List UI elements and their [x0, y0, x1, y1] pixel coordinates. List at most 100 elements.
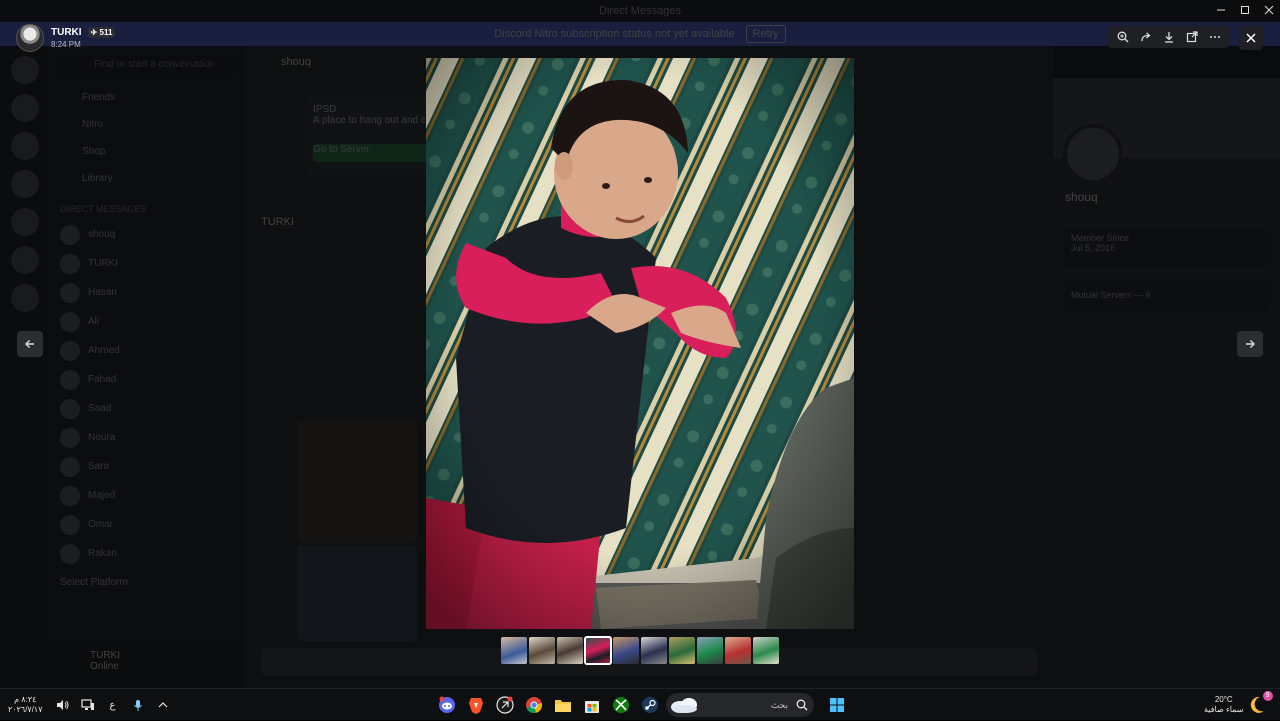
dm-item[interactable]: Majed: [50, 481, 245, 510]
volume-icon[interactable]: [55, 697, 71, 713]
nav-nitro[interactable]: Nitro: [50, 111, 245, 138]
thumbnail[interactable]: [725, 637, 751, 664]
weather-widget[interactable]: 20°C سماء صافية: [1204, 695, 1244, 715]
dm-name: Rakan: [88, 548, 117, 559]
avatar: [60, 398, 80, 419]
nav-library[interactable]: Library: [50, 165, 245, 192]
xbox-icon[interactable]: [608, 692, 634, 718]
taskbar-search[interactable]: بحث: [666, 693, 814, 717]
previous-image-button[interactable]: [17, 331, 43, 357]
avatar: [60, 456, 80, 477]
dm-sidebar: Find or start a conversation Friends Nit…: [50, 46, 245, 688]
dm-item[interactable]: Saad: [50, 394, 245, 423]
dm-item[interactable]: Sara: [50, 452, 245, 481]
chrome-icon[interactable]: [521, 692, 547, 718]
thumbnail[interactable]: [529, 637, 555, 664]
author-badge: ✈ 511: [87, 27, 116, 38]
microphone-icon[interactable]: [130, 697, 146, 713]
zoom-button[interactable]: [1113, 27, 1133, 47]
nav-shop[interactable]: Shop: [50, 138, 245, 165]
close-viewer-button[interactable]: [1239, 26, 1263, 50]
dm-name: Ali: [88, 316, 100, 327]
store-icon[interactable]: [579, 692, 605, 718]
thumbnail[interactable]: [613, 637, 639, 664]
avatar: [60, 311, 80, 332]
open-in-browser-button[interactable]: [1182, 27, 1202, 47]
nitro-banner: Discord Nitro subscription status not ye…: [0, 22, 1280, 46]
server-icon[interactable]: [11, 246, 39, 274]
dm-name: Noura: [88, 432, 116, 443]
forward-icon: [1140, 32, 1151, 42]
viewed-photo[interactable]: [426, 58, 854, 629]
download-button[interactable]: [1159, 27, 1179, 47]
arrow-right-icon: [1246, 340, 1255, 348]
message-author: TURKI: [261, 216, 294, 228]
network-icon[interactable]: [80, 697, 96, 713]
dm-item[interactable]: Hasan: [50, 278, 245, 307]
server-icon[interactable]: [11, 208, 39, 236]
mutual-servers[interactable]: Mutual Servers — 6: [1063, 278, 1270, 312]
windows-icon: [830, 698, 844, 712]
thumbnail[interactable]: [501, 637, 527, 664]
dm-item[interactable]: Fahad: [50, 365, 245, 394]
avatar: [1063, 124, 1123, 184]
thumbnail[interactable]: [557, 637, 583, 664]
minimize-button[interactable]: [1209, 2, 1233, 18]
more-button[interactable]: [1205, 27, 1225, 47]
weather-desc: سماء صافية: [1204, 705, 1244, 714]
dm-item[interactable]: Ali: [50, 307, 245, 336]
avatar[interactable]: [16, 24, 44, 52]
dm-item[interactable]: shouq: [50, 220, 245, 249]
message-image[interactable]: [297, 421, 417, 543]
banner-button[interactable]: Retry: [745, 25, 786, 43]
discord-app: Direct Messages Discord Nitro subscripti…: [0, 0, 1280, 688]
dm-item[interactable]: TURKI: [50, 249, 245, 278]
notification-center[interactable]: 9: [1250, 691, 1273, 715]
maximize-button[interactable]: [1233, 2, 1257, 18]
file-explorer-icon[interactable]: [550, 692, 576, 718]
message-image[interactable]: [297, 546, 417, 641]
avatar: [60, 340, 80, 361]
thumbnail[interactable]: [753, 637, 779, 664]
clock-time: ٨:٢٤ م: [14, 695, 37, 704]
dm-name: Omar: [88, 519, 113, 530]
close-icon: [1246, 33, 1256, 43]
media-player-icon[interactable]: [492, 692, 518, 718]
taskbar-tray: ٨:٢٤ م ٢٠٢٦/٧/١٧ ع: [8, 689, 180, 721]
server-icon[interactable]: [11, 170, 39, 198]
brave-icon[interactable]: [463, 692, 489, 718]
nav-friends[interactable]: Friends: [50, 84, 245, 111]
thumbnail[interactable]: [641, 637, 667, 664]
next-image-button[interactable]: [1237, 331, 1263, 357]
server-icon[interactable]: [11, 284, 39, 312]
forward-button[interactable]: [1136, 27, 1156, 47]
taskbar: ٨:٢٤ م ٢٠٢٦/٧/١٧ ع بحث 20°C سماء صافية 9: [0, 688, 1280, 720]
thumbnail[interactable]: [669, 637, 695, 664]
avatar: [60, 427, 80, 448]
clock-date: ٢٠٢٦/٧/١٧: [8, 705, 43, 714]
server-icon[interactable]: [11, 132, 39, 160]
dm-item[interactable]: Rakan: [50, 539, 245, 568]
select-platform[interactable]: Select Platform: [50, 568, 245, 597]
language-indicator[interactable]: ع: [105, 697, 121, 713]
thumbnail-active[interactable]: [584, 636, 612, 665]
thumbnail[interactable]: [697, 637, 723, 664]
taskbar-apps: بحث: [434, 689, 853, 721]
discord-taskbar-icon[interactable]: [434, 692, 460, 718]
dm-item[interactable]: Omar: [50, 510, 245, 539]
server-icon[interactable]: [11, 56, 39, 84]
steam-icon[interactable]: [637, 692, 663, 718]
minimize-icon: [1217, 9, 1225, 11]
window-close-button[interactable]: [1257, 2, 1280, 18]
more-icon: [1209, 36, 1220, 38]
start-button[interactable]: [824, 692, 850, 718]
dm-item[interactable]: Ahmed: [50, 336, 245, 365]
conversation-search[interactable]: Find or start a conversation: [58, 54, 237, 76]
server-icon[interactable]: [11, 94, 39, 122]
chevron-up-icon[interactable]: [155, 697, 171, 713]
taskbar-clock[interactable]: ٨:٢٤ م ٢٠٢٦/٧/١٧: [8, 695, 43, 715]
search-label: بحث: [770, 699, 788, 710]
weather-temp: 20°C: [1214, 695, 1233, 704]
notification-count: 9: [1262, 691, 1273, 701]
dm-item[interactable]: Noura: [50, 423, 245, 452]
